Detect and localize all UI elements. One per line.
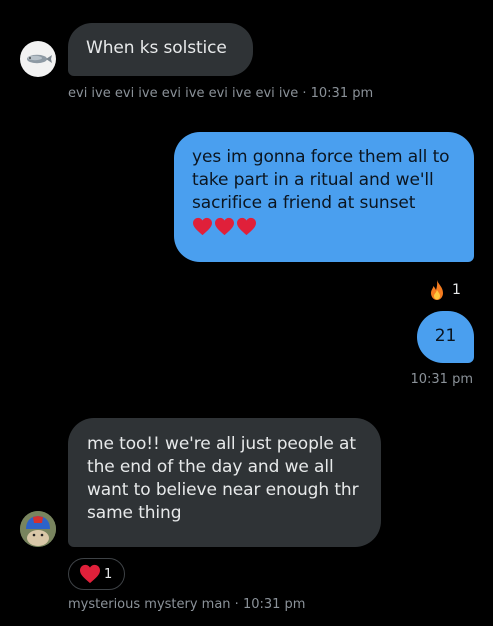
message-text: same thing [87,503,182,523]
reaction-heart[interactable]: 1 [68,558,125,590]
message-text: 21 [434,326,457,346]
message-meta: mysterious mystery man · 10:31 pm [68,597,306,612]
reaction-count: 1 [104,566,113,582]
message-text: When ks solstice [86,38,227,58]
message-bubble-outgoing[interactable]: 21 [417,311,474,363]
message-timestamp: 10:31 pm [410,372,473,387]
fish-avatar-icon[interactable] [20,41,56,77]
message-bubble-incoming[interactable]: When ks solstice [68,23,253,76]
helmet-avatar-icon[interactable] [20,511,56,547]
hearts-row [192,217,456,236]
message-bubble-incoming[interactable]: me too!! we're all just people at the en… [68,418,381,547]
message-text: yes im gonna force them all to [192,147,450,167]
message-text: take part in a ritual and we'll [192,170,434,190]
message-text: sacrifice a friend at sunset [192,193,416,213]
heart-icon [193,217,212,236]
heart-icon [80,564,100,584]
heart-icon [215,217,234,236]
message-text: me too!! we're all just people at [87,434,356,454]
fire-icon [431,280,443,300]
reaction-fire[interactable]: 1 [428,279,461,301]
message-text: want to believe near enough thr [87,480,359,500]
reaction-count: 1 [452,282,461,298]
message-meta: evi ive evi ive evi ive evi ive evi ive … [68,86,374,101]
heart-icon [237,217,256,236]
message-bubble-outgoing[interactable]: yes im gonna force them all to take part… [174,132,474,262]
message-text: the end of the day and we all [87,457,334,477]
